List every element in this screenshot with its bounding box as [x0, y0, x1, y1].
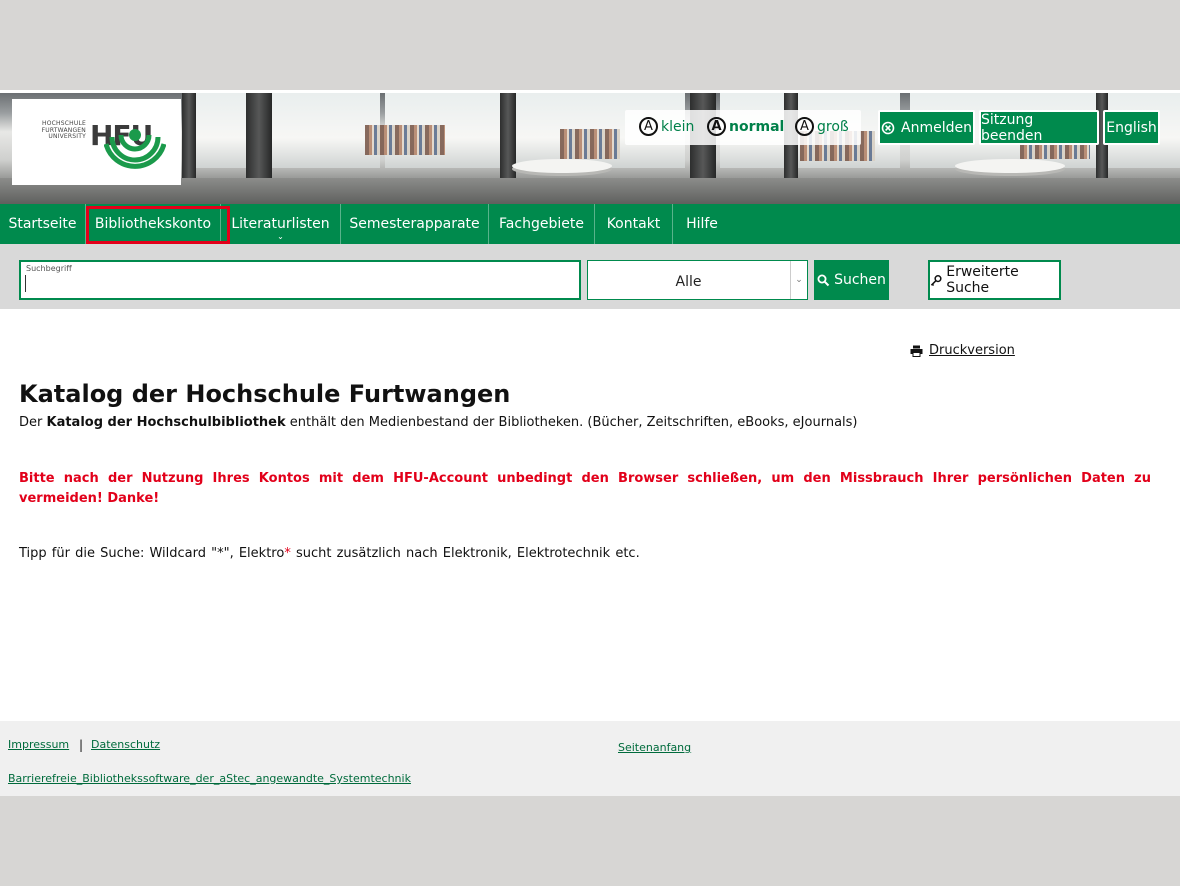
datenschutz-link[interactable]: Datenschutz — [91, 738, 160, 751]
hfu-logo-mark-icon — [104, 129, 166, 169]
language-button[interactable]: English — [1103, 110, 1160, 145]
search-input[interactable]: Suchbegriff — [19, 260, 581, 300]
print-version-label: Druckversion — [929, 343, 1015, 358]
nav-startseite[interactable]: Startseite — [0, 204, 86, 244]
banner-bookshelf — [560, 129, 620, 159]
font-size-small-label: klein — [661, 118, 695, 135]
banner-table — [955, 159, 1065, 173]
intro-prefix: Der — [19, 415, 43, 430]
search-button[interactable]: Suchen — [814, 260, 889, 300]
nav-fachgebiete[interactable]: Fachgebiete — [489, 204, 595, 244]
search-scope-select[interactable]: Alle ⌄ — [587, 260, 808, 300]
software-credit-link[interactable]: Barrierefreie_Bibliothekssoftware_der_aS… — [8, 772, 411, 785]
font-size-large-label: groß — [817, 118, 849, 135]
intro-text: Der Katalog der Hochschulbibliothek enth… — [19, 415, 858, 430]
page-title: Katalog der Hochschule Furtwangen — [19, 380, 511, 408]
advanced-search-label: Erweiterte Suche — [946, 264, 1019, 296]
banner-window — [190, 93, 380, 168]
nav-kontakt-label: Kontakt — [606, 216, 661, 232]
search-input-label: Suchbegriff — [26, 264, 72, 273]
search-button-label: Suchen — [834, 272, 886, 288]
search-tip: Tipp für die Suche: Wildcard "*", Elektr… — [19, 546, 640, 561]
end-session-button[interactable]: Sitzung beenden — [979, 110, 1099, 145]
search-bar: Suchbegriff Alle ⌄ Suchen Erweiterte Suc… — [0, 244, 1180, 309]
header-banner: HOCHSCHULE FURTWANGEN UNIVERSITY HFU A k… — [0, 93, 1180, 204]
font-size-normal-label: normal — [729, 118, 785, 135]
nav-hilfe-label: Hilfe — [686, 216, 718, 232]
page: HOCHSCHULE FURTWANGEN UNIVERSITY HFU A k… — [0, 90, 1180, 796]
tip-rest: sucht zusätzlich nach Elektronik, Elektr… — [295, 546, 640, 561]
nav-semesterapparate[interactable]: Semesterapparate — [341, 204, 489, 244]
footer: Impressum | Datenschutz Seitenanfang Bar… — [0, 721, 1180, 796]
font-size-switcher: A klein A normal A groß — [625, 110, 861, 145]
chevron-down-icon: ⌄ — [790, 261, 807, 299]
language-label: English — [1106, 119, 1157, 136]
main-nav: Startseite Bibliothekskonto Literaturlis… — [0, 204, 1180, 244]
tip-prefix: Tipp für die Suche: Wildcard "*", Elektr… — [19, 546, 285, 561]
back-to-top-link[interactable]: Seitenanfang — [618, 741, 691, 754]
nav-bibliothekskonto[interactable]: Bibliothekskonto — [86, 204, 221, 244]
nav-fachgebiete-label: Fachgebiete — [499, 216, 584, 232]
font-size-a-icon: A — [639, 117, 658, 136]
banner-table — [512, 159, 612, 173]
nav-literaturlisten-label: Literaturlisten — [231, 216, 330, 232]
search-scope-value: Alle — [675, 274, 702, 290]
nav-semesterapparate-label: Semesterapparate — [349, 216, 480, 232]
nav-startseite-label: Startseite — [8, 216, 77, 232]
nav-kontakt[interactable]: Kontakt — [595, 204, 673, 244]
font-size-normal[interactable]: A normal — [707, 117, 784, 136]
font-size-small[interactable]: A klein — [639, 117, 694, 136]
nav-literaturlisten[interactable]: Literaturlisten ⌄ — [221, 204, 341, 244]
impressum-link[interactable]: Impressum — [8, 738, 69, 751]
banner-bookshelf — [365, 125, 445, 155]
login-button[interactable]: Anmelden — [878, 110, 975, 145]
intro-rest: enthält den Medienbestand der Bibliothek… — [289, 415, 858, 430]
print-version-link[interactable]: Druckversion — [910, 343, 1015, 358]
intro-bold: Katalog der Hochschulbibliothek — [46, 415, 286, 430]
login-button-label: Anmelden — [901, 119, 972, 136]
printer-icon — [910, 345, 923, 357]
login-icon — [881, 121, 895, 134]
footer-separator: | — [79, 738, 84, 752]
key-icon — [930, 274, 942, 286]
nav-hilfe[interactable]: Hilfe — [673, 204, 731, 244]
search-icon — [817, 274, 830, 286]
logout-warning: Bitte nach der Nutzung Ihres Kontos mit … — [19, 471, 1151, 506]
nav-bibliothekskonto-label: Bibliothekskonto — [94, 216, 212, 232]
hfu-logo[interactable]: HOCHSCHULE FURTWANGEN UNIVERSITY HFU — [12, 99, 181, 185]
font-size-a-icon: A — [795, 117, 814, 136]
advanced-search-button[interactable]: Erweiterte Suche — [928, 260, 1061, 300]
text-caret — [25, 275, 26, 292]
font-size-a-icon: A — [707, 117, 726, 136]
end-session-label: Sitzung beenden — [981, 111, 1043, 144]
chevron-down-icon: ⌄ — [277, 232, 284, 241]
tip-wildcard-star: * — [284, 546, 291, 561]
font-size-large[interactable]: A groß — [795, 117, 849, 136]
logo-university-name: HOCHSCHULE FURTWANGEN UNIVERSITY — [41, 120, 86, 140]
